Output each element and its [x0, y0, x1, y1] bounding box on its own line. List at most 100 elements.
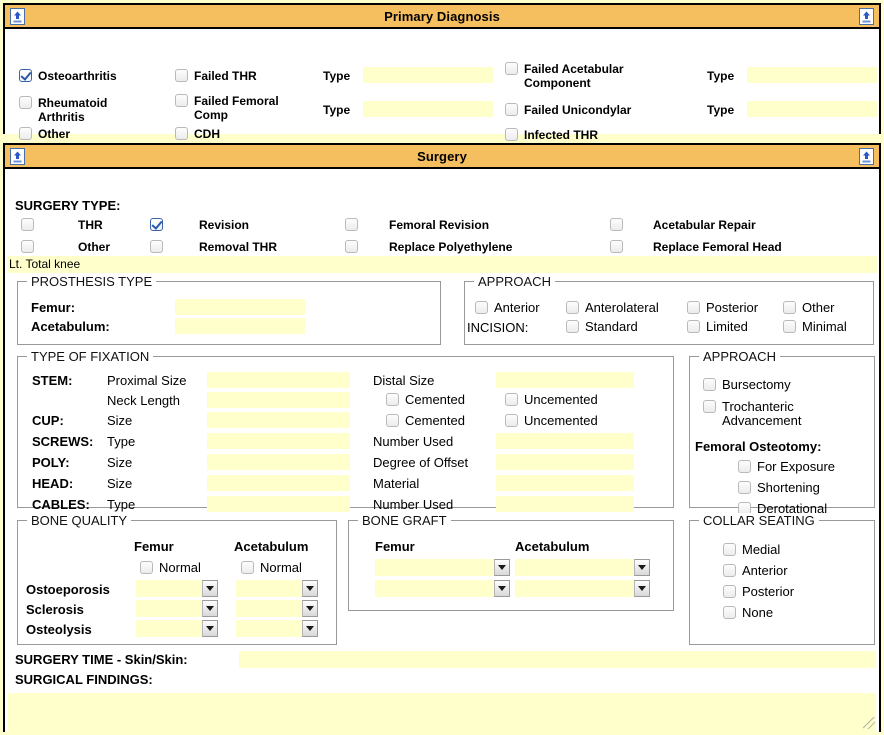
checkbox-box[interactable]	[241, 561, 254, 574]
checkbox-box[interactable]	[723, 543, 736, 556]
checkbox-box[interactable]	[345, 218, 358, 231]
checkbox-box[interactable]	[783, 320, 796, 333]
checkbox-osteotomy-for-exposure[interactable]: For Exposure	[738, 460, 835, 474]
surgical-findings-textarea[interactable]	[8, 693, 876, 735]
checkbox-incision-standard[interactable]: Standard	[566, 320, 638, 334]
checkbox-approach-anterior[interactable]: Anterior	[475, 301, 540, 315]
checkbox-revision[interactable]: Revision	[150, 218, 249, 232]
select-femur-ostoeporosis[interactable]	[136, 580, 218, 597]
checkbox-box[interactable]	[19, 69, 32, 82]
checkbox-box[interactable]	[505, 414, 518, 427]
fixation-input-proximal-size[interactable]	[207, 372, 350, 388]
checkbox-box[interactable]	[610, 218, 623, 231]
surgery-note-input[interactable]	[7, 256, 877, 273]
collapse-up-arrow-icon[interactable]	[859, 148, 874, 165]
type-input-failed-acetabular[interactable]	[747, 67, 877, 83]
chevron-down-icon[interactable]	[202, 620, 218, 637]
checkbox-failed-acetabular-component[interactable]: Failed Acetabular Component	[505, 62, 690, 90]
fixation-input-screws-type[interactable]	[207, 433, 350, 449]
collapse-up-arrow-icon[interactable]	[859, 8, 874, 25]
checkbox-box[interactable]	[140, 561, 153, 574]
select-femur-osteolysis[interactable]	[136, 620, 218, 637]
checkbox-box[interactable]	[566, 320, 579, 333]
chevron-down-icon[interactable]	[202, 580, 218, 597]
checkbox-removal-thr[interactable]: Removal THR	[150, 240, 277, 254]
checkbox-box[interactable]	[175, 127, 188, 140]
surgery-time-input[interactable]	[239, 651, 876, 668]
checkbox-osteoarthritis[interactable]: Osteoarthritis	[19, 69, 159, 83]
checkbox-box[interactable]	[723, 585, 736, 598]
checkbox-box[interactable]	[150, 218, 163, 231]
chevron-down-icon[interactable]	[202, 600, 218, 617]
checkbox-cdh[interactable]: CDH	[175, 127, 285, 141]
fixation-input-neck-length[interactable]	[207, 392, 350, 408]
select-acetabulum-ostoeporosis[interactable]	[236, 580, 318, 597]
checkbox-box[interactable]	[687, 301, 700, 314]
checkbox-trochanteric-advancement[interactable]: Trochanteric Advancement	[703, 400, 868, 428]
select-bone-graft-femur-1[interactable]	[375, 559, 510, 576]
checkbox-infected-thr[interactable]: Infected THR	[505, 128, 690, 142]
chevron-down-icon[interactable]	[302, 580, 318, 597]
checkbox-box[interactable]	[345, 240, 358, 253]
collapse-up-arrow-icon[interactable]	[10, 8, 25, 25]
checkbox-collar-anterior[interactable]: Anterior	[723, 564, 788, 578]
checkbox-box[interactable]	[723, 606, 736, 619]
checkbox-approach-posterior[interactable]: Posterior	[687, 301, 758, 315]
checkbox-box[interactable]	[723, 564, 736, 577]
checkbox-box[interactable]	[19, 96, 32, 109]
checkbox-box[interactable]	[175, 94, 188, 107]
fixation-input-poly-size[interactable]	[207, 454, 350, 470]
fixation-input-screws-number-used[interactable]	[496, 433, 634, 449]
checkbox-collar-medial[interactable]: Medial	[723, 543, 780, 557]
checkbox-cup-uncemented[interactable]: Uncemented	[505, 414, 598, 428]
chevron-down-icon[interactable]	[634, 580, 650, 597]
checkbox-box[interactable]	[505, 103, 518, 116]
select-acetabulum-osteolysis[interactable]	[236, 620, 318, 637]
chevron-down-icon[interactable]	[634, 559, 650, 576]
fixation-input-cup-size[interactable]	[207, 412, 350, 428]
checkbox-cup-cemented[interactable]: Cemented	[386, 414, 465, 428]
checkbox-box[interactable]	[175, 69, 188, 82]
fixation-input-head-size[interactable]	[207, 475, 350, 491]
checkbox-failed-thr[interactable]: Failed THR	[175, 69, 315, 83]
checkbox-box[interactable]	[610, 240, 623, 253]
checkbox-stem-cemented[interactable]: Cemented	[386, 393, 465, 407]
checkbox-box[interactable]	[21, 218, 34, 231]
type-input-failed-thr[interactable]	[363, 67, 493, 83]
chevron-down-icon[interactable]	[302, 600, 318, 617]
checkbox-thr[interactable]: THR	[21, 218, 103, 232]
checkbox-femur-normal[interactable]: Normal	[140, 561, 201, 575]
checkbox-other-diagnosis[interactable]: Other	[19, 127, 129, 141]
checkbox-acetabular-repair[interactable]: Acetabular Repair	[610, 218, 756, 232]
select-bone-graft-acetabulum-2[interactable]	[515, 580, 650, 597]
checkbox-other-surgery[interactable]: Other	[21, 240, 110, 254]
checkbox-box[interactable]	[703, 378, 716, 391]
checkbox-approach-anterolateral[interactable]: Anterolateral	[566, 301, 659, 315]
chevron-down-icon[interactable]	[494, 580, 510, 597]
checkbox-rheumatoid-arthritis[interactable]: Rheumatoid Arthritis	[19, 96, 129, 124]
select-femur-sclerosis[interactable]	[136, 600, 218, 617]
checkbox-box[interactable]	[150, 240, 163, 253]
fixation-input-cables-type[interactable]	[207, 496, 350, 512]
chevron-down-icon[interactable]	[494, 559, 510, 576]
checkbox-box[interactable]	[703, 400, 716, 413]
select-acetabulum-sclerosis[interactable]	[236, 600, 318, 617]
fixation-input-cables-number-used[interactable]	[496, 496, 634, 512]
checkbox-box[interactable]	[19, 127, 32, 140]
checkbox-bursectomy[interactable]: Bursectomy	[703, 378, 791, 392]
checkbox-acetabulum-normal[interactable]: Normal	[241, 561, 302, 575]
fixation-input-material[interactable]	[496, 475, 634, 491]
checkbox-box[interactable]	[738, 481, 751, 494]
checkbox-box[interactable]	[687, 320, 700, 333]
select-bone-graft-acetabulum-1[interactable]	[515, 559, 650, 576]
fixation-input-degree-of-offset[interactable]	[496, 454, 634, 470]
checkbox-collar-posterior[interactable]: Posterior	[723, 585, 794, 599]
checkbox-box[interactable]	[505, 62, 518, 75]
checkbox-osteotomy-shortening[interactable]: Shortening	[738, 481, 820, 495]
fixation-input-distal-size[interactable]	[496, 372, 634, 388]
chevron-down-icon[interactable]	[302, 620, 318, 637]
checkbox-incision-minimal[interactable]: Minimal	[783, 320, 847, 334]
checkbox-box[interactable]	[475, 301, 488, 314]
type-input-failed-femoral-comp[interactable]	[363, 101, 493, 117]
checkbox-failed-unicondylar[interactable]: Failed Unicondylar	[505, 103, 690, 117]
